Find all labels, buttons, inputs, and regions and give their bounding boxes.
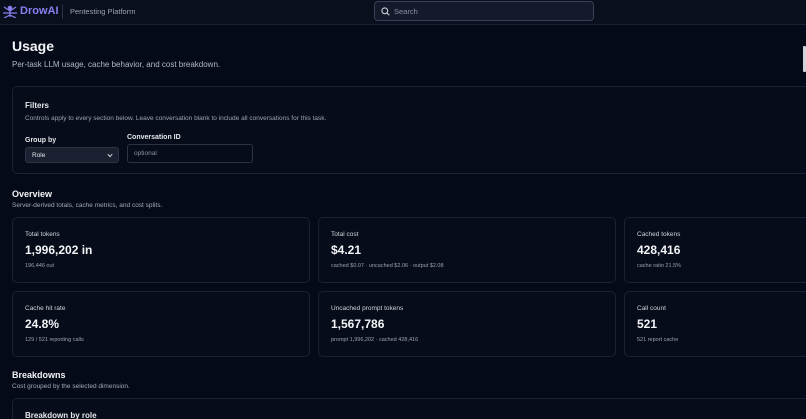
conversation-id-label: Conversation ID [127,134,181,141]
stat-label: Total cost [331,231,359,238]
drowai-logo-icon[interactable] [2,4,18,18]
stat-value: 24.8% [25,317,60,331]
stat-detail: 521 report cache [637,337,679,343]
stat-value: 521 [637,317,658,331]
page-subtitle: Per-task LLM usage, cache behavior, and … [12,60,221,69]
stat-label: Total tokens [25,231,60,238]
stat-label: Call count [637,305,666,312]
overview-title: Overview [12,189,53,199]
stat-detail: 196,446 out [25,263,55,269]
stat-detail: prompt 1,996,202 · cached 428,416 [331,337,419,343]
group-by-value: Role [32,152,46,159]
stat-card-total-tokens: Total tokens 1,996,202 in 196,446 out [12,217,310,283]
filters-title: Filters [25,101,50,110]
stat-card-cached-tokens: Cached tokens 428,416 cache ratio 21.5% [624,217,806,283]
group-by-select[interactable]: Role [25,147,119,163]
search-input[interactable] [394,4,589,19]
stat-detail: 129 / 521 reporting calls [25,337,84,343]
stat-value: 1,567,786 [331,317,385,331]
filters-card: Filters Controls apply to every section … [12,86,806,174]
stat-card-uncached-prompt-tokens: Uncached prompt tokens 1,567,786 prompt … [318,291,616,357]
brand-name[interactable]: DrowAI [20,5,59,17]
stat-value: 1,996,202 in [25,243,93,257]
search-icon [381,7,390,16]
header-divider [62,4,63,19]
top-bar: DrowAI Pentesting Platform [0,0,806,25]
stat-detail: cache ratio 21.5% [637,263,682,269]
stat-label: Cache hit rate [25,305,66,312]
stat-label: Cached tokens [637,231,681,238]
group-by-label: Group by [25,137,57,144]
stat-card-call-count: Call count 521 521 report cache [624,291,806,357]
chevron-down-icon [107,153,113,158]
stat-label: Uncached prompt tokens [331,305,404,312]
breakdown-by-role-title: Breakdown by role [25,411,97,419]
breakdowns-description: Cost grouped by the selected dimension. [12,383,130,390]
stat-value: 428,416 [637,243,681,257]
overview-description: Server-derived totals, cache metrics, an… [12,202,163,209]
conversation-id-input[interactable] [127,144,253,163]
breakdown-by-role-card: Breakdown by role [12,398,806,419]
breakdowns-title: Breakdowns [12,370,66,380]
search-box[interactable] [374,1,594,21]
stat-card-total-cost: Total cost $4.21 cached $0.07 · uncached… [318,217,616,283]
stat-detail: cached $0.07 · uncached $2.06 · output $… [331,263,444,269]
platform-name: Pentesting Platform [70,7,136,16]
stat-value: $4.21 [331,243,362,257]
stat-card-cache-hit-rate: Cache hit rate 24.8% 129 / 521 reporting… [12,291,310,357]
page-title: Usage [12,38,55,54]
filters-description: Controls apply to every section below. L… [25,115,327,122]
